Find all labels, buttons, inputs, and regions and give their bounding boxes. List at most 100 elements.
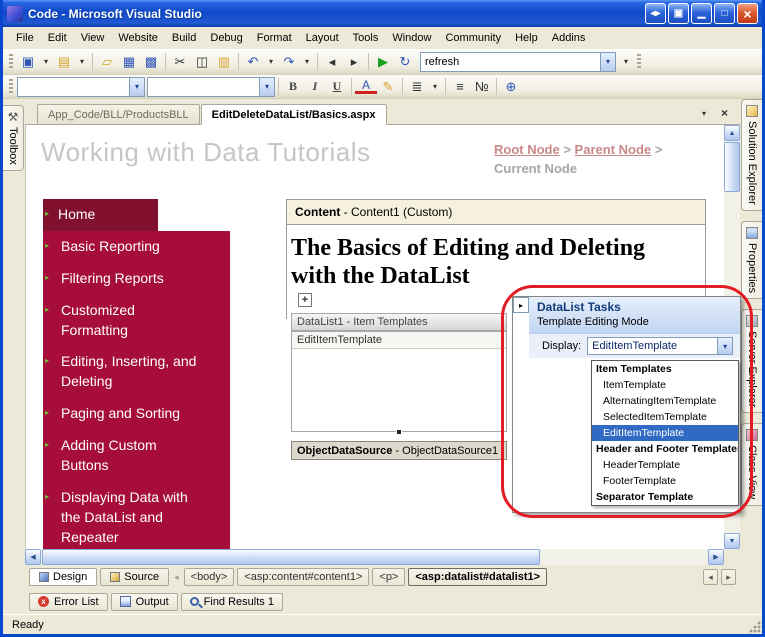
edit-item-template-label[interactable]: EditItemTemplate: [292, 332, 506, 349]
add-item-dropdown-icon[interactable]: ▾: [75, 52, 89, 72]
font-dropdown-icon[interactable]: ▾: [259, 77, 274, 96]
dropdown-option-headertemplate[interactable]: HeaderTemplate: [592, 457, 738, 473]
cut-icon[interactable]: ✂: [169, 52, 191, 72]
navigate-backward-icon[interactable]: ◂: [321, 52, 343, 72]
window-mode-button[interactable]: ▣: [668, 3, 689, 24]
align-icon[interactable]: ≣: [406, 77, 428, 97]
display-dropdown-icon[interactable]: ▾: [717, 338, 733, 354]
scroll-down-icon[interactable]: ▼: [724, 533, 740, 549]
hyperlink-icon[interactable]: ⊕: [500, 77, 522, 97]
solution-explorer-tab[interactable]: Solution Explorer: [741, 99, 762, 211]
content-placeholder-header[interactable]: Content - Content1 (Custom): [287, 200, 705, 225]
numbered-list-icon[interactable]: №: [471, 77, 493, 97]
menu-item-community[interactable]: Community: [438, 28, 508, 48]
new-project-icon[interactable]: ▣: [17, 52, 39, 72]
design-view-button[interactable]: Design: [29, 568, 98, 586]
navigate-forward-icon[interactable]: ▸: [343, 52, 365, 72]
nav-item-adding-custom-buttons[interactable]: ▸ Adding Custom Buttons: [43, 430, 230, 482]
font-name-combobox[interactable]: ▾: [147, 76, 275, 97]
italic-icon[interactable]: I: [304, 77, 326, 97]
menu-item-view[interactable]: View: [74, 28, 112, 48]
dropdown-option-edititemtemplate[interactable]: EditItemTemplate: [592, 425, 738, 441]
maximize-button[interactable]: □: [714, 3, 735, 24]
add-item-icon[interactable]: ▤: [53, 52, 75, 72]
display-combobox[interactable]: EditItemTemplate ▾: [587, 337, 734, 355]
output-tab[interactable]: Output: [110, 592, 178, 611]
font-color-icon[interactable]: A: [355, 79, 377, 94]
dropdown-option-itemtemplate[interactable]: ItemTemplate: [592, 377, 738, 393]
server-explorer-tab[interactable]: Server Explorer: [741, 308, 762, 414]
copy-icon[interactable]: ◫: [191, 52, 213, 72]
tag-asp-datalist[interactable]: <asp:datalist#datalist1>: [408, 568, 548, 586]
tab-basics-aspx[interactable]: EditDeleteDataList/Basics.aspx: [200, 104, 387, 125]
underline-icon[interactable]: U: [326, 77, 348, 97]
edit-item-template-region[interactable]: EditItemTemplate: [291, 331, 507, 435]
menu-item-format[interactable]: Format: [250, 28, 299, 48]
open-file-icon[interactable]: ▱: [96, 52, 118, 72]
dropdown-option-alternatingitemtemplate[interactable]: AlternatingItemTemplate: [592, 393, 738, 409]
refresh-browser-icon[interactable]: ↻: [394, 52, 416, 72]
source-view-button[interactable]: Source: [100, 568, 170, 586]
new-project-dropdown-icon[interactable]: ▾: [39, 52, 53, 72]
breadcrumb-parent-link[interactable]: Parent Node: [575, 142, 652, 157]
resize-grip[interactable]: [748, 620, 761, 633]
highlight-icon[interactable]: ✎: [377, 77, 399, 97]
start-debug-icon[interactable]: ▶: [372, 52, 394, 72]
nav-item-displaying-data[interactable]: ▸ Displaying Data with the DataList and …: [43, 481, 230, 549]
class-view-tab[interactable]: Class View: [741, 423, 762, 506]
toolbar-grip[interactable]: [9, 53, 13, 70]
toolbar-grip[interactable]: [9, 78, 13, 95]
nav-item-editing-inserting-deleting[interactable]: ▸ Editing, Inserting, and Deleting: [43, 346, 230, 399]
undo-icon[interactable]: ↶: [242, 52, 264, 72]
menu-item-tools[interactable]: Tools: [346, 28, 386, 48]
nav-item-basic-reporting[interactable]: ▸ Basic Reporting: [43, 230, 230, 263]
bold-icon[interactable]: B: [282, 77, 304, 97]
menu-item-help[interactable]: Help: [508, 28, 545, 48]
find-results-tab[interactable]: Find Results 1: [180, 592, 283, 611]
quick-find-dropdown-icon[interactable]: ▾: [600, 52, 615, 71]
redo-icon[interactable]: ↷: [278, 52, 300, 72]
pan-arrows-button[interactable]: ◂▸: [645, 3, 666, 24]
align-dropdown-icon[interactable]: ▾: [428, 77, 442, 97]
quick-find-input[interactable]: refresh: [421, 56, 600, 68]
undo-dropdown-icon[interactable]: ▾: [264, 52, 278, 72]
schema-dropdown-icon[interactable]: ▾: [129, 77, 144, 96]
save-all-icon[interactable]: ▩: [140, 52, 162, 72]
menu-item-edit[interactable]: Edit: [41, 28, 74, 48]
object-datasource-control[interactable]: ObjectDataSource - ObjectDataSource1: [291, 441, 507, 460]
nav-item-customized-formatting[interactable]: ▸ Customized Formatting: [43, 294, 230, 347]
breadcrumb-root-link[interactable]: Root Node: [494, 142, 560, 157]
tag-asp-content[interactable]: <asp:content#content1>: [237, 568, 370, 586]
dropdown-option-selecteditemtemplate[interactable]: SelectedItemTemplate: [592, 409, 738, 425]
dropdown-option-footertemplate[interactable]: FooterTemplate: [592, 473, 738, 489]
menu-item-website[interactable]: Website: [111, 28, 165, 48]
close-button[interactable]: ×: [737, 3, 758, 24]
tag-navigate-back-icon[interactable]: ◂: [174, 572, 179, 583]
menu-item-file[interactable]: File: [9, 28, 41, 48]
horizontal-scrollbar[interactable]: ◀ ▶: [25, 549, 724, 565]
toolbar-options-icon[interactable]: ▾: [619, 52, 633, 72]
toolbox-tab[interactable]: ⚒ Toolbox: [3, 105, 24, 171]
menu-item-build[interactable]: Build: [165, 28, 203, 48]
scroll-left-icon[interactable]: ◀: [25, 549, 41, 565]
target-schema-combobox[interactable]: ▾: [17, 76, 145, 97]
vertical-scroll-thumb[interactable]: [724, 142, 740, 192]
toolbar-grip[interactable]: [637, 53, 641, 70]
close-document-icon[interactable]: ×: [721, 106, 728, 120]
move-handle-icon[interactable]: +: [298, 293, 312, 307]
save-icon[interactable]: ▦: [118, 52, 140, 72]
redo-dropdown-icon[interactable]: ▾: [300, 52, 314, 72]
bullet-list-icon[interactable]: ≡: [449, 77, 471, 97]
menu-item-window[interactable]: Window: [385, 28, 438, 48]
paste-icon[interactable]: ▥: [213, 52, 235, 72]
nav-item-home[interactable]: ▸ Home: [43, 199, 158, 231]
horizontal-scroll-thumb[interactable]: [42, 549, 540, 565]
scroll-up-icon[interactable]: ▲: [724, 125, 740, 141]
menu-item-debug[interactable]: Debug: [203, 28, 249, 48]
tag-body[interactable]: <body>: [183, 568, 235, 586]
menu-item-addins[interactable]: Addins: [545, 28, 593, 48]
tag-scroll-right-icon[interactable]: ▸: [721, 569, 736, 585]
scroll-right-icon[interactable]: ▶: [708, 549, 724, 565]
properties-tab[interactable]: Properties: [741, 220, 762, 299]
chevron-down-icon[interactable]: ▾: [702, 109, 706, 118]
